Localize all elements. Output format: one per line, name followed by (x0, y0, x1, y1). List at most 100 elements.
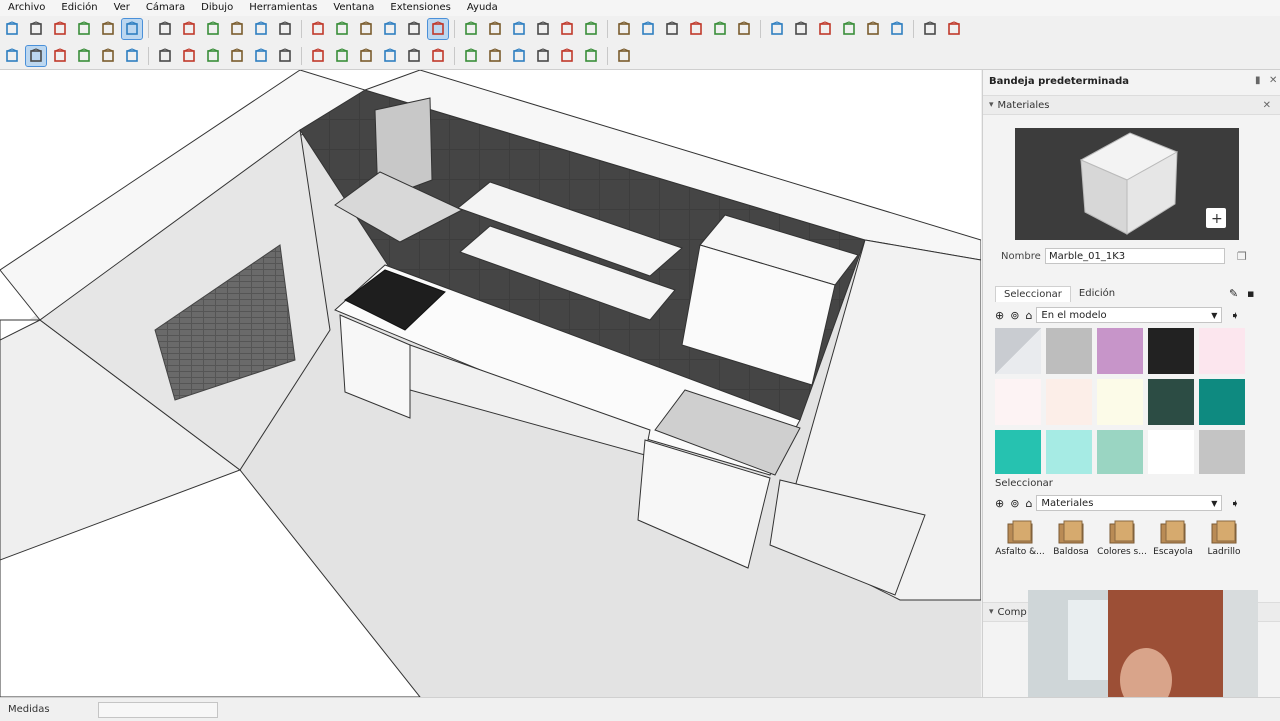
component-icon[interactable] (485, 46, 505, 66)
menu-ventana[interactable]: Ventana (325, 0, 382, 16)
material-name-field[interactable]: Marble_01_1K3 (1045, 248, 1225, 264)
rotate-icon[interactable] (227, 46, 247, 66)
menu-camara[interactable]: Cámara (138, 0, 193, 16)
forward-icon[interactable]: ⊚ (1010, 309, 1019, 322)
menu-ayuda[interactable]: Ayuda (459, 0, 506, 16)
warehouse-icon[interactable] (533, 46, 553, 66)
back-icon[interactable]: ⊕ (995, 497, 1004, 510)
menu-herramientas[interactable]: Herramientas (241, 0, 325, 16)
menu-ver[interactable]: Ver (106, 0, 138, 16)
material-swatch[interactable] (1199, 328, 1245, 374)
drape-icon[interactable] (887, 19, 907, 39)
menu-archivo[interactable]: Archivo (0, 0, 53, 16)
zoom-extents-icon[interactable] (427, 18, 449, 40)
tab-edit[interactable]: Edición (1071, 286, 1123, 302)
home-icon[interactable]: ⌂ (1025, 497, 1032, 510)
follow-me-icon[interactable] (179, 46, 199, 66)
library-dropdown[interactable]: Materiales ▼ (1036, 495, 1223, 511)
eraser-icon[interactable] (50, 46, 70, 66)
material-swatch[interactable] (1148, 379, 1194, 425)
iso-view-icon[interactable] (2, 19, 22, 39)
detail-menu-icon[interactable]: ▪ (1247, 287, 1254, 300)
offset-icon[interactable] (275, 46, 295, 66)
pencil-icon[interactable] (74, 46, 94, 66)
shaded-icon[interactable] (251, 19, 271, 39)
material-swatch[interactable] (1046, 430, 1092, 476)
material-swatch[interactable] (1097, 328, 1143, 374)
forward-icon[interactable]: ⊚ (1010, 497, 1019, 510)
material-folder[interactable]: Baldosa (1046, 518, 1096, 566)
extension-icon[interactable] (557, 46, 577, 66)
push-pull-icon[interactable] (155, 46, 175, 66)
model-viewport[interactable] (0, 70, 981, 697)
front-view-icon[interactable] (50, 19, 70, 39)
orbit-icon[interactable] (332, 19, 352, 39)
rectangle-icon[interactable] (122, 46, 142, 66)
split-icon[interactable] (791, 19, 811, 39)
flip-edge-icon[interactable] (944, 19, 964, 39)
section-cut-icon[interactable] (614, 19, 634, 39)
material-swatch[interactable] (1199, 379, 1245, 425)
close-tray-icon[interactable]: ✕ (1269, 75, 1277, 86)
close-icon[interactable]: ✕ (1263, 100, 1271, 111)
pan-icon[interactable] (356, 19, 376, 39)
previous-view-icon[interactable] (461, 19, 481, 39)
walk-icon[interactable] (533, 19, 553, 39)
material-folder[interactable]: Asfalto &... (995, 518, 1045, 566)
textured-icon[interactable] (275, 19, 295, 39)
export-icon[interactable] (614, 46, 634, 66)
subtract-icon[interactable] (734, 19, 754, 39)
protractor-icon[interactable] (356, 46, 376, 66)
sandbox-icon[interactable] (815, 19, 835, 39)
smoove-icon[interactable] (839, 19, 859, 39)
material-swatch[interactable] (1097, 379, 1143, 425)
material-swatch[interactable] (995, 430, 1041, 476)
menu-extensiones[interactable]: Extensiones (382, 0, 458, 16)
details-arrow-icon[interactable]: ➧ (1230, 497, 1239, 510)
tab-select[interactable]: Seleccionar (995, 286, 1071, 302)
material-swatch[interactable] (1046, 379, 1092, 425)
arc-icon[interactable] (98, 46, 118, 66)
solid-tools-icon[interactable] (638, 19, 658, 39)
look-around-icon[interactable] (509, 19, 529, 39)
home-icon[interactable]: ⌂ (1025, 309, 1032, 322)
dimension-icon[interactable] (332, 46, 352, 66)
hidden-line-icon[interactable] (227, 19, 247, 39)
material-folder[interactable]: Colores s... (1097, 518, 1147, 566)
scale-icon[interactable] (251, 46, 271, 66)
material-folder[interactable]: Ladrillo (1199, 518, 1249, 566)
paint-bucket-icon[interactable] (461, 46, 481, 66)
wireframe-icon[interactable] (203, 19, 223, 39)
copy-icon[interactable]: ❐ (1237, 250, 1247, 263)
axes-icon[interactable] (404, 46, 424, 66)
trim-icon[interactable] (767, 19, 787, 39)
material-swatch[interactable] (995, 379, 1041, 425)
3d-text-icon[interactable] (428, 46, 448, 66)
stamp-icon[interactable] (863, 19, 883, 39)
back-icon[interactable]: ⊕ (995, 309, 1004, 322)
eyedropper-icon[interactable]: ✎ (1229, 287, 1238, 300)
collection-dropdown[interactable]: En el modelo ▼ (1036, 307, 1223, 323)
material-swatch[interactable] (1148, 430, 1194, 476)
material-swatch[interactable] (1199, 430, 1245, 476)
text-icon[interactable] (380, 46, 400, 66)
monochrome-icon[interactable] (308, 19, 328, 39)
outer-shell-icon[interactable] (662, 19, 682, 39)
intersect-icon[interactable] (686, 19, 706, 39)
zoom-window-icon[interactable] (404, 19, 424, 39)
material-swatch[interactable] (995, 328, 1041, 374)
display-section-icon[interactable] (581, 19, 601, 39)
measurements-input[interactable] (98, 701, 218, 718)
material-folder[interactable]: Escayola (1148, 518, 1198, 566)
top-view-icon[interactable] (26, 19, 46, 39)
materials-header[interactable]: ▾ Materiales ✕ (983, 95, 1280, 115)
move-icon[interactable] (203, 46, 223, 66)
xray-icon[interactable] (179, 19, 199, 39)
back-view-icon[interactable] (98, 19, 118, 39)
material-swatch[interactable] (1046, 328, 1092, 374)
details-arrow-icon[interactable]: ➧ (1230, 309, 1239, 322)
group-icon[interactable] (509, 46, 529, 66)
bottom-view-icon[interactable] (155, 19, 175, 39)
material-swatch[interactable] (1148, 328, 1194, 374)
zoom-icon[interactable] (380, 19, 400, 39)
